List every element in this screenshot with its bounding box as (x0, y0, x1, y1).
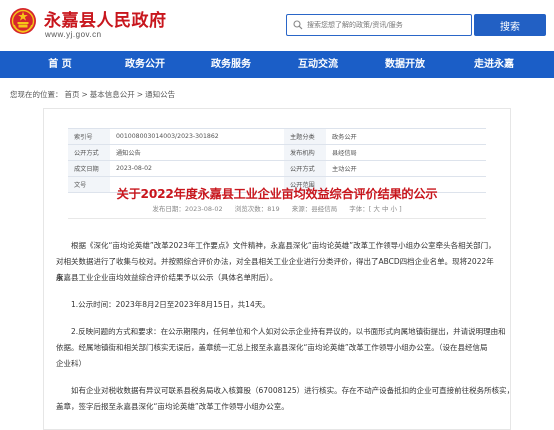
paragraph-line: 永嘉县工业企业亩均效益综合评价结果予以公示（具体名单附后）。 (56, 273, 278, 282)
paragraph-line: 2.反映问题的方式和要求：在公示期限内，任何单位和个人如对公示企业持有异议的，以… (71, 327, 506, 336)
meta-value-publisher: 县经信局 (326, 144, 486, 161)
article-source: 来源：县经信局 (291, 205, 338, 213)
breadcrumb-item-home[interactable]: 首页 (65, 90, 80, 99)
meta-value-open-method: 通知公告 (110, 144, 284, 161)
nav-item-about-yongjia[interactable]: 走进永嘉 (474, 51, 514, 78)
meta-key-publisher: 发布机构 (284, 144, 326, 161)
national-emblem-icon (10, 8, 36, 34)
meta-row: 公开方式 通知公告 发布机构 县经信局 (68, 144, 486, 161)
breadcrumb: 您现在的位置： 首页 > 基本信息公开 > 通知公告 (10, 89, 177, 100)
meta-row: 成文日期 2023-08-02 公开方式 主动公开 (68, 160, 486, 177)
divider (68, 218, 486, 219)
nav-item-home[interactable]: 首 页 (48, 51, 71, 78)
site-header: 永嘉县人民政府 www.yj.gov.cn 搜索 (0, 0, 554, 50)
nav-item-gov-affairs-open[interactable]: 政务公开 (125, 51, 165, 78)
breadcrumb-item-notices[interactable]: 通知公告 (145, 90, 175, 99)
nav-item-open-data[interactable]: 数据开放 (385, 51, 425, 78)
meta-key-written-date: 成文日期 (68, 160, 110, 177)
nav-item-gov-services[interactable]: 政务服务 (211, 51, 251, 78)
meta-key-disclosure: 公开方式 (284, 160, 326, 177)
site-url: www.yj.gov.cn (45, 30, 102, 39)
meta-row: 索引号 001008003014003/2023-301862 主题分类 政务公… (68, 128, 486, 145)
meta-key-open-method: 公开方式 (68, 144, 110, 161)
view-count: 浏览次数：819 (234, 205, 280, 213)
meta-key-topic: 主题分类 (284, 128, 326, 145)
paragraph-line: 企业科） (56, 359, 86, 368)
breadcrumb-prefix: 您现在的位置： (10, 90, 63, 99)
main-nav: 首 页 政务公开 政务服务 互动交流 数据开放 走进永嘉 (0, 51, 554, 78)
search-button[interactable]: 搜索 (474, 14, 546, 36)
meta-value-topic: 政务公开 (326, 128, 486, 145)
publish-date: 发布日期：2023-08-02 (152, 205, 223, 213)
meta-value-disclosure: 主动公开 (326, 160, 486, 177)
meta-value-index-no: 001008003014003/2023-301862 (110, 128, 284, 145)
search-box[interactable] (286, 14, 472, 36)
paragraph-line: 1.公示时间：2023年8月2日至2023年8月15日，共14天。 (71, 300, 270, 309)
meta-key-index-no: 索引号 (68, 128, 110, 145)
site-title[interactable]: 永嘉县人民政府 (44, 6, 167, 31)
paragraph-line: 依据。经属地镇街和相关部门核实无误后，盖章统一汇总上报至永嘉县深化“亩均论英雄”… (56, 343, 488, 352)
paragraph-line: 根据《深化“亩均论英雄”改革2023年工作要点》文件精神，永嘉县深化“亩均论英雄… (71, 241, 496, 250)
article-title: 关于2022年度永嘉县工业企业亩均效益综合评价结果的公示 (116, 187, 438, 201)
meta-value-written-date: 2023-08-02 (110, 160, 284, 177)
search-input[interactable] (307, 17, 467, 33)
breadcrumb-separator: > (81, 90, 88, 99)
breadcrumb-item-basic-info[interactable]: 基本信息公开 (90, 90, 135, 99)
paragraph-line: 如有企业对税收数据有异议可联系县税务局收入核算股（67008125）进行核实。存… (71, 386, 515, 395)
nav-item-interaction[interactable]: 互动交流 (298, 51, 338, 78)
font-size-control[interactable]: 字体：[ 大 中 小 ] (349, 205, 401, 213)
paragraph-line: 盖章，签字后报至永嘉县深化“亩均论英雄”改革工作领导小组办公室。 (56, 402, 289, 411)
article-info: 发布日期：2023-08-02 浏览次数：819 来源：县经信局 字体：[ 大 … (0, 203, 554, 213)
search-icon (293, 20, 303, 30)
breadcrumb-separator: > (136, 90, 144, 99)
